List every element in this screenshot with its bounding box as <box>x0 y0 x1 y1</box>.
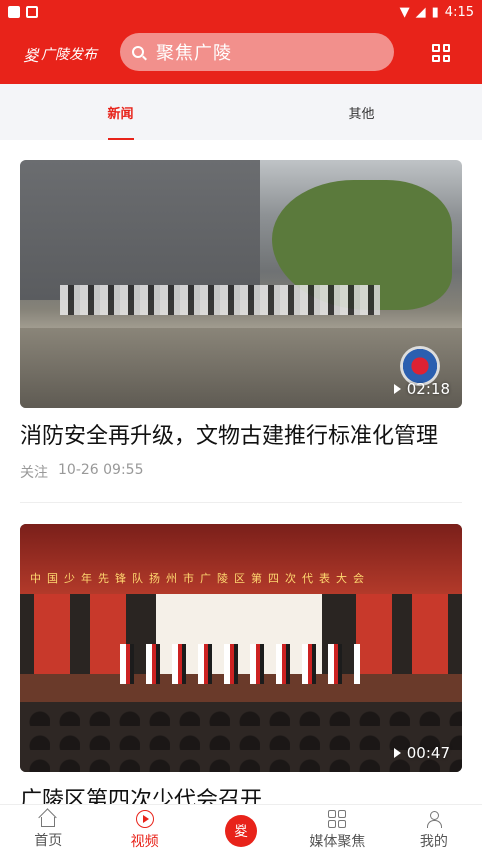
system-indicators: ▼ ◢ ▮ 4:15 <box>400 5 474 20</box>
battery-icon: ▮ <box>431 4 439 20</box>
play-icon <box>393 748 401 758</box>
video-thumbnail[interactable]: 中国少年先锋队扬州市广陵区第四次代表大会 00:47 <box>20 524 462 772</box>
stage-banner: 中国少年先锋队扬州市广陵区第四次代表大会 <box>30 572 370 585</box>
wifi-icon: ▼ <box>399 4 410 20</box>
signal-icon: ◢ <box>415 4 426 20</box>
qr-scan-icon[interactable] <box>432 44 450 62</box>
notification-icon <box>8 6 20 18</box>
video-card[interactable]: 02:18 消防安全再升级，文物古建推行标准化管理 关注 10-26 09:55 <box>20 160 462 482</box>
tab-other[interactable]: 其他 <box>241 84 482 140</box>
bottom-nav: 首页 视频 㚇 媒体聚焦 我的 <box>0 804 482 856</box>
tab-news[interactable]: 新闻 <box>0 84 241 140</box>
notification-icon <box>26 6 38 18</box>
search-placeholder: 聚焦广陵 <box>156 43 232 64</box>
divider <box>20 502 462 503</box>
video-title[interactable]: 消防安全再升级，文物古建推行标准化管理 <box>20 422 462 452</box>
notification-icons <box>8 6 38 18</box>
play-icon <box>393 384 401 394</box>
video-duration: 02:18 <box>393 380 450 398</box>
brand-logo[interactable]: 㚇 广陵发布 <box>0 42 120 66</box>
video-card[interactable]: 中国少年先锋队扬州市广陵区第四次代表大会 00:47 广陵区第四次少代会召开 <box>20 524 462 804</box>
video-feed: 02:18 消防安全再升级，文物古建推行标准化管理 关注 10-26 09:55… <box>0 140 482 804</box>
video-title[interactable]: 广陵区第四次少代会召开 <box>20 786 462 804</box>
nav-video[interactable]: 视频 <box>96 805 192 856</box>
grid-icon <box>328 810 347 828</box>
brand-mark-icon: 㚇 <box>22 46 39 65</box>
video-icon <box>135 810 154 828</box>
home-icon <box>41 817 56 827</box>
nav-media-focus[interactable]: 媒体聚焦 <box>289 805 385 856</box>
nav-home[interactable]: 首页 <box>0 805 96 856</box>
category-tabs: 新闻 其他 <box>0 84 482 140</box>
status-bar: ▼ ◢ ▮ 4:15 <box>0 0 482 24</box>
search-icon <box>132 46 144 58</box>
video-time: 10-26 09:55 <box>58 462 144 478</box>
video-duration: 00:47 <box>393 744 450 762</box>
app-header: 㚇 广陵发布 聚焦广陵 <box>0 24 482 84</box>
video-thumbnail[interactable]: 02:18 <box>20 160 462 408</box>
nav-center[interactable]: 㚇 <box>193 805 289 856</box>
video-meta: 关注 10-26 09:55 <box>20 462 462 482</box>
nav-me[interactable]: 我的 <box>386 805 482 856</box>
user-icon <box>425 810 443 828</box>
brand-name: 广陵发布 <box>41 47 97 63</box>
center-logo-icon: 㚇 <box>225 814 258 847</box>
video-source: 关注 <box>20 465 48 481</box>
search-input[interactable]: 聚焦广陵 <box>120 33 394 71</box>
clock: 4:15 <box>444 4 474 20</box>
